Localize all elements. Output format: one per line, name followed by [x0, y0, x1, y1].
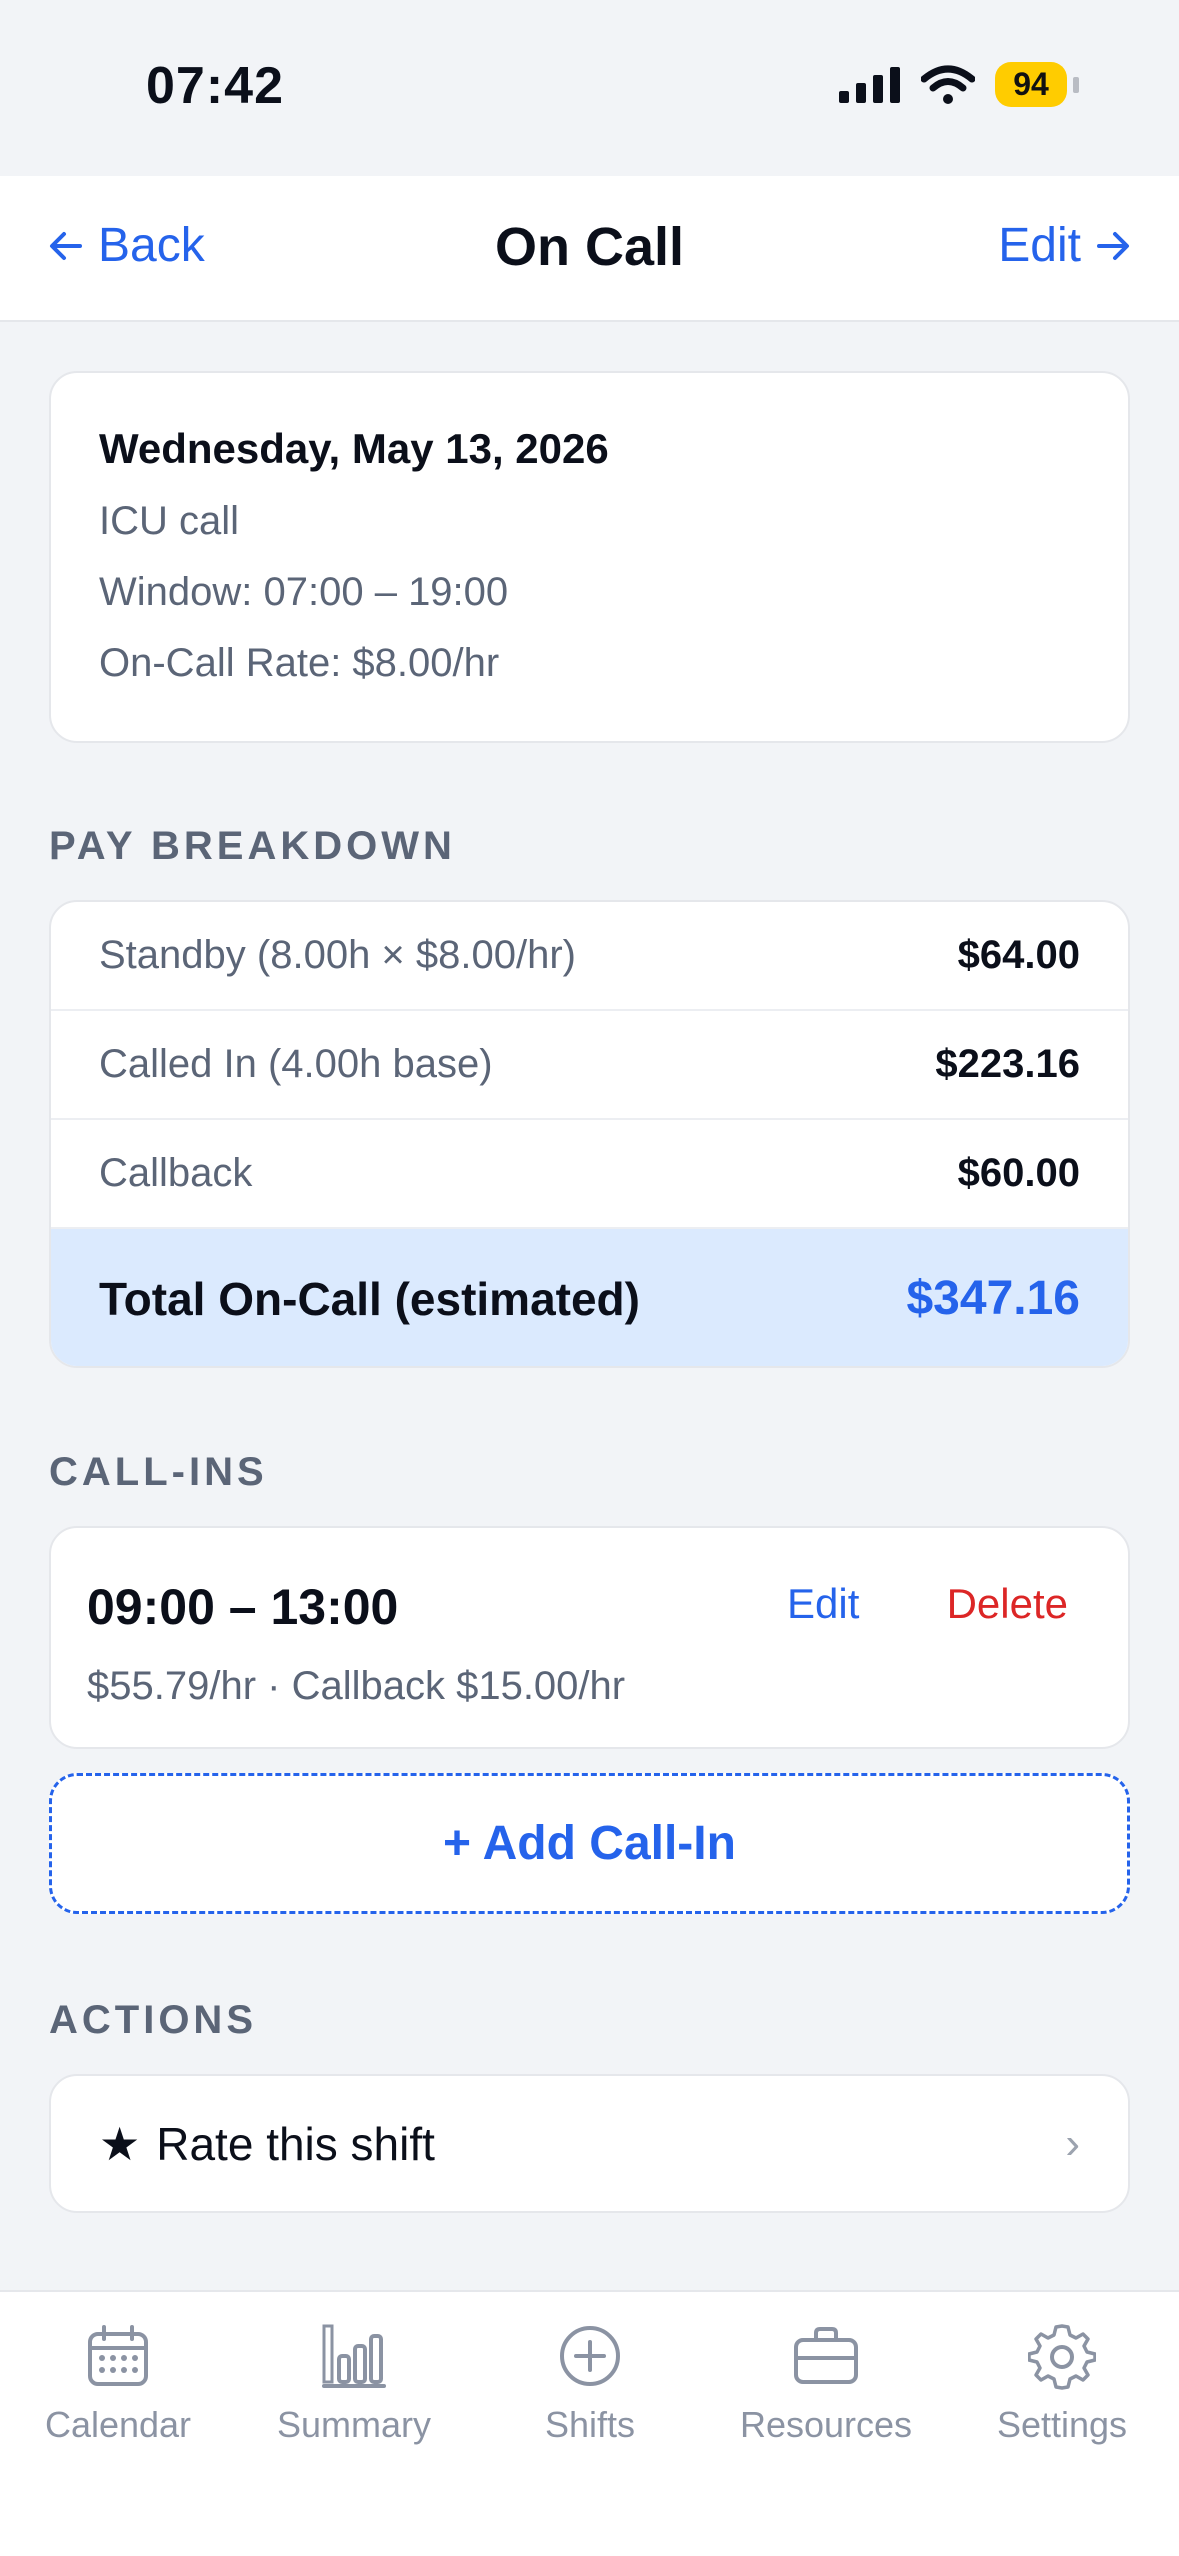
- cellular-signal-icon: [839, 66, 900, 103]
- star-icon: ★: [99, 2117, 141, 2170]
- pay-row-value: $60.00: [957, 1151, 1080, 1195]
- pay-row-called-in: Called In (4.00h base) $223.16: [51, 1011, 1128, 1120]
- gear-icon: [1028, 2324, 1096, 2390]
- on-call-rate: On-Call Rate: $8.00/hr: [99, 641, 500, 685]
- tab-label: Summary: [276, 2404, 432, 2445]
- plus-circle-icon: [560, 2326, 620, 2386]
- call-ins-header: CALL-INS: [49, 1450, 268, 1494]
- pay-row-callback: Callback $60.00: [51, 1120, 1128, 1229]
- pay-row-standby: Standby (8.00h × $8.00/hr) $64.00: [51, 902, 1128, 1011]
- tab-bar: Calendar Summary Shifts Resources Settin…: [0, 2290, 1179, 2556]
- pay-row-label: Callback: [99, 1151, 253, 1195]
- battery-level: 94: [995, 62, 1067, 107]
- tab-label: Shifts: [544, 2404, 636, 2445]
- pay-breakdown-card: Standby (8.00h × $8.00/hr) $64.00 Called…: [49, 900, 1130, 1368]
- arrow-right-icon: [1097, 231, 1129, 260]
- tab-shifts[interactable]: Shifts: [472, 2322, 708, 2446]
- rate-shift-row[interactable]: ★ Rate this shift ›: [49, 2074, 1130, 2213]
- shift-name: ICU call: [99, 499, 240, 543]
- call-in-time: 09:00 – 13:00: [87, 1579, 399, 1635]
- call-in-edit-button[interactable]: Edit: [787, 1580, 859, 1628]
- shift-window: Window: 07:00 – 19:00: [99, 570, 509, 614]
- shift-info-card: Wednesday, May 13, 2026 ICU call Window:…: [49, 371, 1130, 743]
- tab-settings[interactable]: Settings: [944, 2322, 1179, 2446]
- pay-row-label: Called In (4.00h base): [99, 1042, 493, 1086]
- call-in-delete-button[interactable]: Delete: [947, 1580, 1068, 1628]
- add-call-in-button[interactable]: + Add Call-In: [49, 1773, 1130, 1914]
- pay-row-value: $223.16: [935, 1042, 1080, 1086]
- pay-row-value: $64.00: [957, 933, 1080, 977]
- status-bar: 07:42 94: [0, 0, 1179, 176]
- briefcase-icon: [794, 2327, 858, 2384]
- call-in-item: 09:00 – 13:00 Edit Delete $55.79/hr · Ca…: [49, 1526, 1130, 1749]
- calendar-icon: [88, 2325, 148, 2386]
- actions-header: ACTIONS: [49, 1998, 257, 2042]
- call-in-details: $55.79/hr · Callback $15.00/hr: [87, 1664, 626, 1708]
- status-time: 07:42: [146, 57, 284, 115]
- battery-nub: [1073, 76, 1079, 93]
- navigation-bar: Back On Call Edit: [0, 176, 1179, 322]
- shift-date: Wednesday, May 13, 2026: [99, 425, 609, 472]
- chevron-right-icon: ›: [1065, 2118, 1080, 2168]
- pay-row-label: Standby (8.00h × $8.00/hr): [99, 933, 576, 977]
- tab-label: Resources: [739, 2404, 913, 2445]
- edit-button[interactable]: Edit: [998, 218, 1133, 273]
- tab-label: Calendar: [44, 2404, 192, 2445]
- status-icons: 94: [839, 62, 1079, 107]
- pay-total-value: $347.16: [906, 1272, 1080, 1325]
- bar-chart-icon: [322, 2324, 386, 2388]
- pay-total-label: Total On-Call (estimated): [99, 1272, 640, 1325]
- pay-total-row: Total On-Call (estimated) $347.16: [51, 1229, 1128, 1366]
- tab-calendar[interactable]: Calendar: [0, 2322, 236, 2446]
- tab-summary[interactable]: Summary: [236, 2322, 472, 2446]
- tab-label: Settings: [996, 2404, 1128, 2445]
- wifi-icon: [921, 65, 975, 104]
- tab-resources[interactable]: Resources: [708, 2322, 944, 2446]
- edit-label: Edit: [998, 219, 1081, 272]
- rate-shift-label: Rate this shift: [156, 2117, 435, 2170]
- pay-breakdown-header: PAY BREAKDOWN: [49, 824, 456, 868]
